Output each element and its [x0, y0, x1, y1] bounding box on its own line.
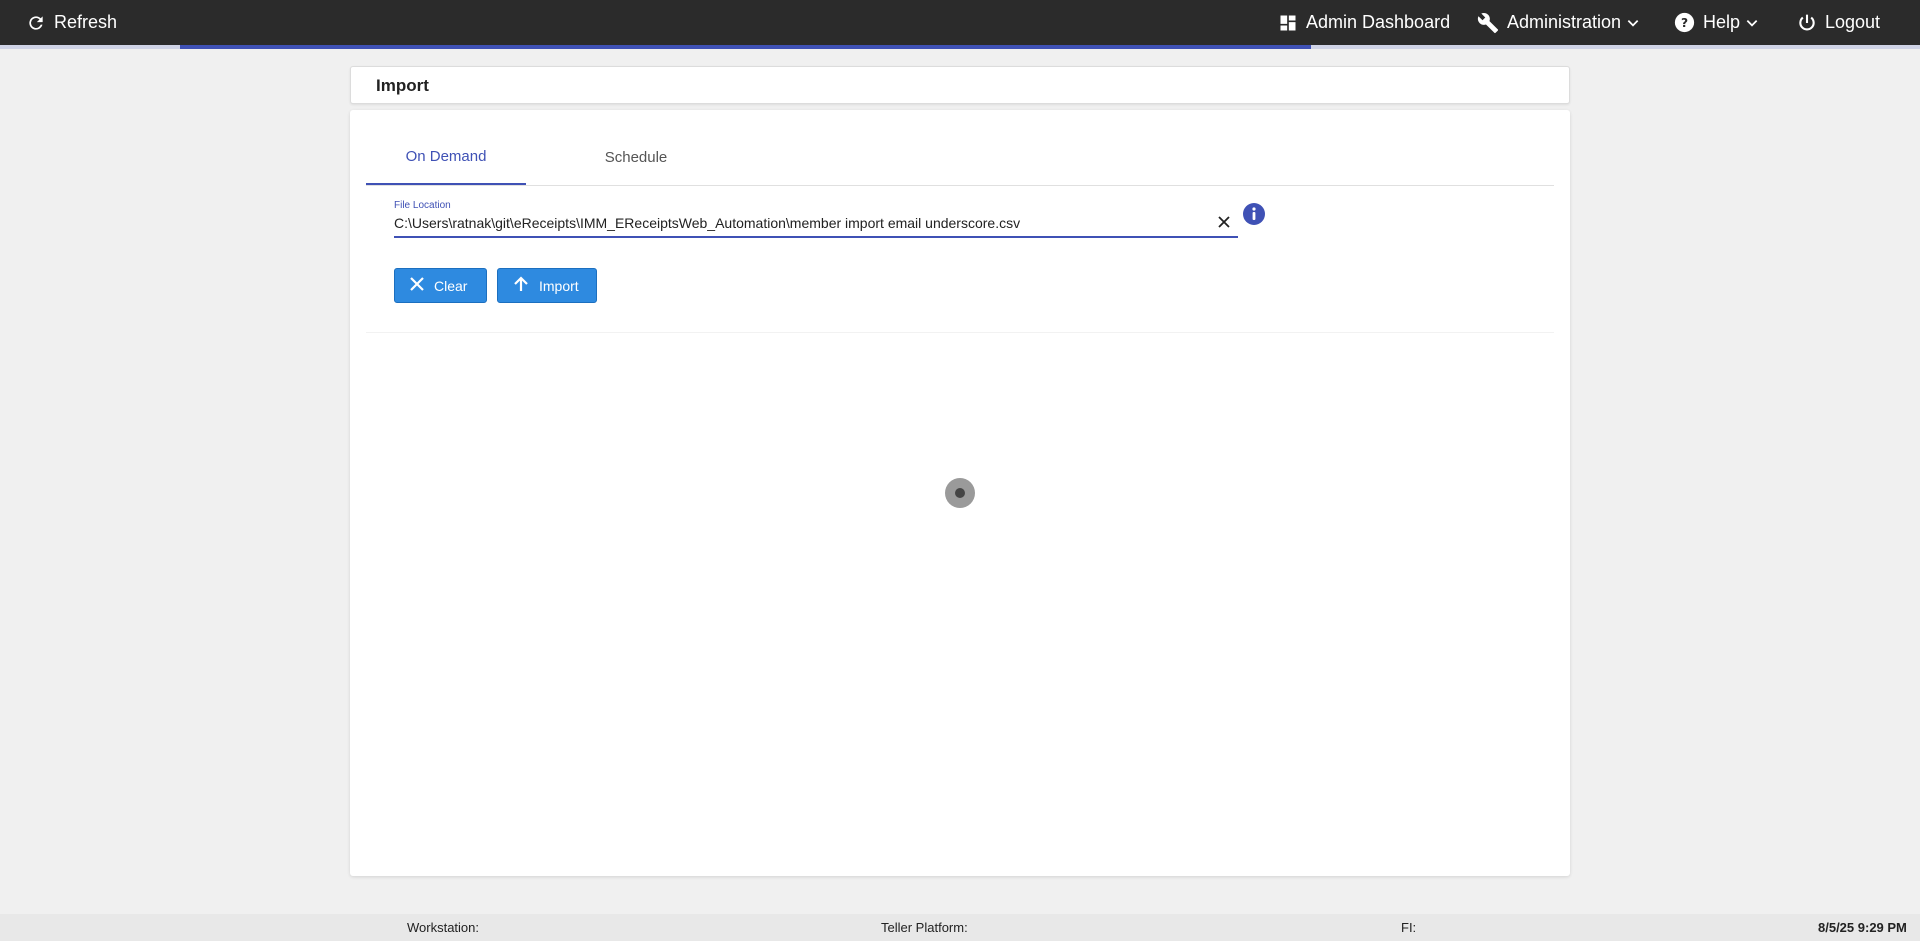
- administration-label: Administration: [1507, 12, 1622, 32]
- import-panel: On Demand Schedule File Location Clear I…: [350, 110, 1570, 876]
- teller-platform-label: Teller Platform:: [881, 920, 968, 935]
- clear-button[interactable]: Clear: [394, 268, 487, 303]
- chevron-down-icon: [1626, 16, 1640, 30]
- file-location-field: File Location: [394, 189, 1238, 239]
- wrench-icon: [1477, 12, 1499, 34]
- help-circle-icon: ?: [1674, 12, 1695, 33]
- chevron-down-icon: [1745, 16, 1759, 30]
- dashboard-icon: [1278, 13, 1298, 33]
- help-label: Help: [1703, 12, 1741, 32]
- file-location-input[interactable]: [394, 211, 1204, 235]
- refresh-label: Refresh: [54, 12, 118, 32]
- clear-input-icon[interactable]: [1216, 214, 1232, 230]
- spinner-dot: [955, 488, 965, 498]
- content-divider: [366, 332, 1554, 333]
- progress-fill: [180, 45, 1311, 49]
- page-title-card: Import: [350, 66, 1570, 104]
- svg-text:?: ?: [1681, 16, 1688, 30]
- refresh-icon: [26, 13, 46, 33]
- power-icon: [1797, 13, 1817, 33]
- admin-dashboard-link[interactable]: Admin Dashboard: [1278, 0, 1450, 45]
- logout-button[interactable]: Logout: [1797, 0, 1880, 45]
- top-navbar: Refresh Admin Dashboard Administration ?…: [0, 0, 1920, 45]
- refresh-button[interactable]: Refresh: [26, 0, 117, 45]
- administration-menu[interactable]: Administration: [1477, 0, 1640, 45]
- loading-spinner: [945, 478, 975, 508]
- tab-bar: On Demand Schedule: [366, 130, 1554, 186]
- admin-dashboard-label: Admin Dashboard: [1306, 12, 1451, 32]
- tab-schedule[interactable]: Schedule: [556, 130, 716, 184]
- help-menu[interactable]: ? Help: [1674, 0, 1759, 45]
- arrow-up-icon: [498, 275, 539, 296]
- tab-on-demand[interactable]: On Demand: [366, 130, 526, 185]
- file-location-label: File Location: [394, 200, 451, 211]
- info-icon[interactable]: [1243, 203, 1265, 225]
- import-button[interactable]: Import: [497, 268, 597, 303]
- loading-progress-bar: [0, 45, 1920, 49]
- field-underline: [394, 236, 1238, 238]
- logout-label: Logout: [1825, 12, 1881, 32]
- fi-label: FI:: [1401, 920, 1417, 935]
- page-title: Import: [376, 76, 429, 95]
- workstation-label: Workstation:: [407, 920, 480, 935]
- close-icon: [395, 276, 434, 295]
- import-button-label: Import: [539, 277, 579, 294]
- status-footer: Workstation: Teller Platform: FI: 8/5/25…: [0, 914, 1920, 941]
- footer-datetime: 8/5/25 9:29 PM: [1818, 920, 1907, 935]
- clear-button-label: Clear: [434, 277, 468, 294]
